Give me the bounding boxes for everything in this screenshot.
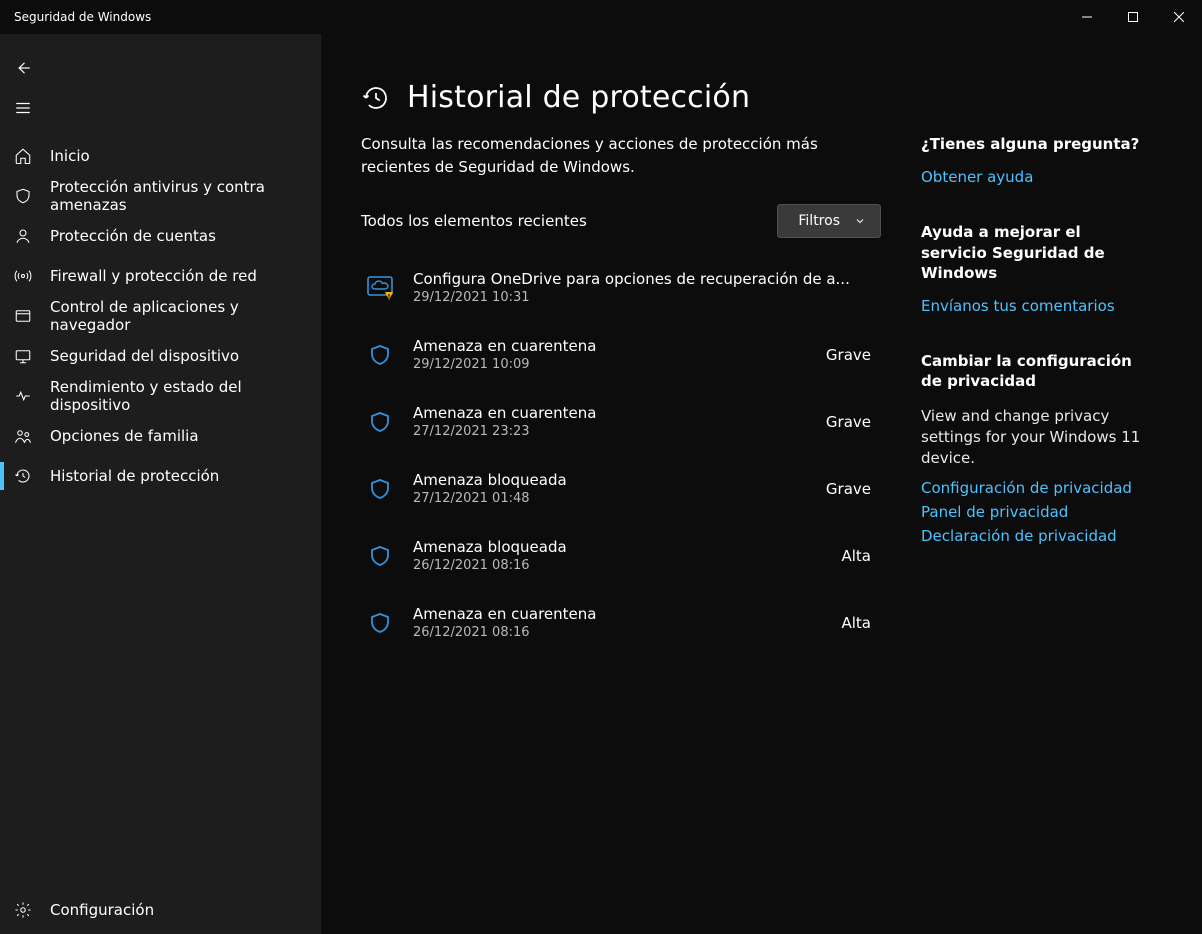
back-arrow-icon [14, 59, 32, 77]
nav-label: Firewall y protección de red [50, 267, 257, 285]
event-severity: Grave [826, 346, 875, 364]
event-title: Amenaza en cuarentena [413, 605, 821, 623]
shield-icon [14, 187, 32, 205]
gear-icon [14, 901, 32, 919]
page-subtitle: Consulta las recomendaciones y acciones … [361, 133, 851, 178]
minimize-button[interactable] [1064, 0, 1110, 34]
device-icon [14, 347, 32, 365]
nav-item-firewall[interactable]: Firewall y protección de red [0, 256, 321, 296]
help-section: ¿Tienes alguna pregunta? Obtener ayuda [921, 134, 1151, 186]
people-icon [14, 427, 32, 445]
antenna-icon [14, 267, 32, 285]
event-severity: Alta [841, 547, 875, 565]
nav-item-settings[interactable]: Configuración [0, 890, 321, 930]
person-icon [14, 227, 32, 245]
history-icon [361, 83, 391, 113]
shield-blue-icon [367, 543, 393, 569]
privacy-section: Cambiar la configuración de privacidad V… [921, 351, 1151, 545]
event-date: 26/12/2021 08:16 [413, 558, 821, 573]
event-title: Amenaza bloqueada [413, 538, 821, 556]
event-item[interactable]: Amenaza en cuarentena 26/12/2021 08:16 A… [361, 589, 881, 656]
event-title: Amenaza en cuarentena [413, 337, 806, 355]
event-item[interactable]: Amenaza bloqueada 27/12/2021 01:48 Grave [361, 455, 881, 522]
event-severity: Grave [826, 480, 875, 498]
improve-section: Ayuda a mejorar el servicio Seguridad de… [921, 222, 1151, 315]
filter-button-label: Filtros [798, 213, 840, 229]
chevron-down-icon [854, 215, 866, 227]
history-icon [14, 467, 32, 485]
shield-blue-icon [367, 342, 393, 368]
nav-item-home[interactable]: Inicio [0, 136, 321, 176]
privacy-statement-link[interactable]: Declaración de privacidad [921, 527, 1151, 545]
maximize-button[interactable] [1110, 0, 1156, 34]
event-title: Amenaza en cuarentena [413, 404, 806, 422]
nav-label: Historial de protección [50, 467, 219, 485]
nav-item-history[interactable]: Historial de protección [0, 456, 321, 496]
event-item[interactable]: Amenaza bloqueada 26/12/2021 08:16 Alta [361, 522, 881, 589]
svg-text:!: ! [388, 292, 391, 300]
event-date: 29/12/2021 10:09 [413, 357, 806, 372]
page-title: Historial de protección [361, 80, 881, 115]
sidebar: Inicio Protección antivirus y contra ame… [0, 34, 321, 934]
onedrive-warning-icon: ! [367, 275, 393, 301]
list-header: Todos los elementos recientes Filtros [361, 204, 881, 238]
event-item[interactable]: ! Configura OneDrive para opciones de re… [361, 254, 881, 321]
shield-blue-icon [367, 476, 393, 502]
list-header-label: Todos los elementos recientes [361, 212, 587, 230]
privacy-heading: Cambiar la configuración de privacidad [921, 351, 1151, 392]
content: Historial de protección Consulta las rec… [321, 34, 1202, 934]
event-date: 27/12/2021 23:23 [413, 424, 806, 439]
help-heading: ¿Tienes alguna pregunta? [921, 134, 1151, 154]
get-help-link[interactable]: Obtener ayuda [921, 168, 1151, 186]
event-date: 27/12/2021 01:48 [413, 491, 806, 506]
nav-label: Opciones de familia [50, 427, 199, 445]
event-severity: Alta [841, 614, 875, 632]
window-title: Seguridad de Windows [14, 10, 151, 24]
event-item[interactable]: Amenaza en cuarentena 29/12/2021 10:09 G… [361, 321, 881, 388]
nav-label: Rendimiento y estado del dispositivo [50, 378, 307, 414]
feedback-link[interactable]: Envíanos tus comentarios [921, 297, 1151, 315]
improve-heading: Ayuda a mejorar el servicio Seguridad de… [921, 222, 1151, 283]
nav-item-device-security[interactable]: Seguridad del dispositivo [0, 336, 321, 376]
nav: Inicio Protección antivirus y contra ame… [0, 136, 321, 496]
event-title: Amenaza bloqueada [413, 471, 806, 489]
nav-item-account[interactable]: Protección de cuentas [0, 216, 321, 256]
event-title: Configura OneDrive para opciones de recu… [413, 270, 851, 288]
filter-button[interactable]: Filtros [777, 204, 881, 238]
nav-item-performance[interactable]: Rendimiento y estado del dispositivo [0, 376, 321, 416]
nav-item-antivirus[interactable]: Protección antivirus y contra amenazas [0, 176, 321, 216]
nav-label: Protección de cuentas [50, 227, 216, 245]
event-item[interactable]: Amenaza en cuarentena 27/12/2021 23:23 G… [361, 388, 881, 455]
main-column: Historial de protección Consulta las rec… [361, 80, 881, 894]
hamburger-button[interactable] [0, 88, 321, 128]
events-list: ! Configura OneDrive para opciones de re… [361, 254, 881, 656]
titlebar: Seguridad de Windows [0, 0, 1202, 34]
nav-label: Control de aplicaciones y navegador [50, 298, 307, 334]
nav-label: Inicio [50, 147, 90, 165]
nav-label: Seguridad del dispositivo [50, 347, 239, 365]
shield-blue-icon [367, 610, 393, 636]
settings-label: Configuración [50, 901, 154, 919]
hamburger-icon [14, 99, 32, 117]
window-icon [14, 307, 32, 325]
privacy-text: View and change privacy settings for you… [921, 406, 1151, 469]
home-icon [14, 147, 32, 165]
window-controls [1064, 0, 1202, 34]
back-button[interactable] [0, 48, 321, 88]
event-date: 29/12/2021 10:31 [413, 290, 851, 305]
event-severity: Grave [826, 413, 875, 431]
privacy-settings-link[interactable]: Configuración de privacidad [921, 479, 1151, 497]
heart-pulse-icon [14, 387, 32, 405]
close-button[interactable] [1156, 0, 1202, 34]
shield-blue-icon [367, 409, 393, 435]
nav-item-appcontrol[interactable]: Control de aplicaciones y navegador [0, 296, 321, 336]
event-date: 26/12/2021 08:16 [413, 625, 821, 640]
page-title-text: Historial de protección [407, 80, 750, 115]
side-column: ¿Tienes alguna pregunta? Obtener ayuda A… [921, 80, 1162, 894]
nav-item-family[interactable]: Opciones de familia [0, 416, 321, 456]
privacy-dashboard-link[interactable]: Panel de privacidad [921, 503, 1151, 521]
nav-label: Protección antivirus y contra amenazas [50, 178, 307, 214]
